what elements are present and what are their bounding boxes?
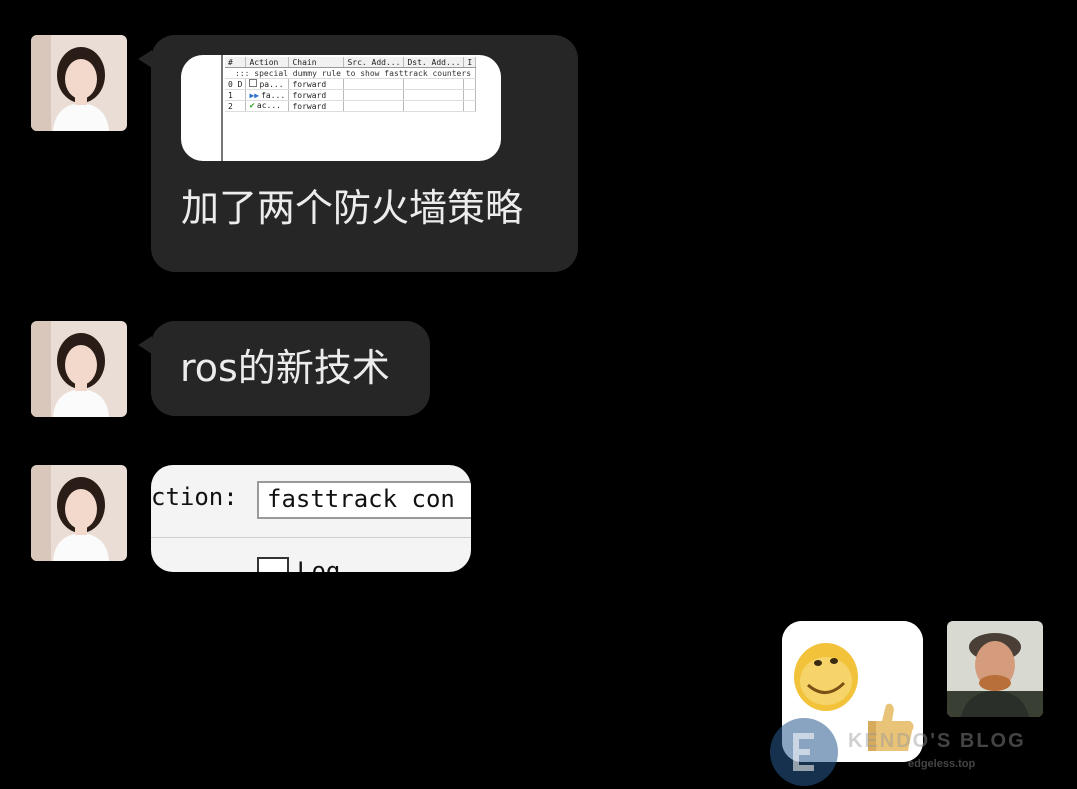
action-value: fasttrack con xyxy=(267,485,455,513)
message-text: 加了两个防火墙策略 xyxy=(181,186,524,230)
log-checkbox xyxy=(257,557,289,572)
column-header: Dst. Add... xyxy=(403,57,465,68)
row-chain: forward xyxy=(288,100,345,112)
column-header: Src. Add... xyxy=(343,57,405,68)
row-action: pa... xyxy=(259,80,284,89)
watermark-subtitle: edgeless.top xyxy=(908,758,976,770)
message-text: ros的新技术 xyxy=(180,346,390,390)
self-avatar[interactable] xyxy=(947,621,1043,717)
table-row: 0 D pa... forward xyxy=(225,78,477,90)
firewall-rules-table: # Action Chain Src. Add... Dst. Add... I… xyxy=(225,57,477,112)
winbox-firewall-screenshot[interactable]: # Action Chain Src. Add... Dst. Add... I… xyxy=(181,55,501,161)
contact-avatar[interactable] xyxy=(31,465,127,561)
action-label: ction: xyxy=(151,483,238,511)
column-header: I xyxy=(463,57,477,68)
image-message[interactable]: ction: fasttrack con Log xyxy=(151,465,471,572)
message-bubble[interactable]: ros的新技术 xyxy=(151,321,430,416)
contact-avatar[interactable] xyxy=(31,35,127,131)
row-chain: forward xyxy=(288,89,345,101)
bubble-tail xyxy=(138,336,152,354)
chat-view: # Action Chain Src. Add... Dst. Add... I… xyxy=(0,0,1077,789)
row-action: ac... xyxy=(256,101,281,110)
bubble-tail xyxy=(138,50,152,68)
row-chain: forward xyxy=(288,78,345,90)
double-arrow-icon: ▶▶ xyxy=(249,90,260,100)
row-action: fa... xyxy=(261,90,286,100)
row-id: 0 D xyxy=(225,78,247,90)
table-row: 2 ✔ ac... forward xyxy=(225,100,477,112)
column-header: Action xyxy=(245,57,290,68)
table-row: 1 ▶▶ fa... forward xyxy=(225,89,477,101)
row-id: 2 xyxy=(225,100,247,112)
rule-comment: ::: special dummy rule to show fasttrack… xyxy=(235,69,472,78)
row-id: 1 xyxy=(225,89,247,101)
checkbox-icon xyxy=(249,79,258,87)
divider xyxy=(151,537,471,538)
message-bubble[interactable]: # Action Chain Src. Add... Dst. Add... I… xyxy=(151,35,578,272)
action-field: fasttrack con xyxy=(257,481,471,519)
column-header: # xyxy=(225,57,247,68)
column-header: Chain xyxy=(288,57,345,68)
log-label: Log xyxy=(297,557,341,572)
green-check-icon: ✔ xyxy=(249,101,255,111)
contact-avatar[interactable] xyxy=(31,321,127,417)
thumbs-up-face-sticker[interactable] xyxy=(782,621,923,762)
